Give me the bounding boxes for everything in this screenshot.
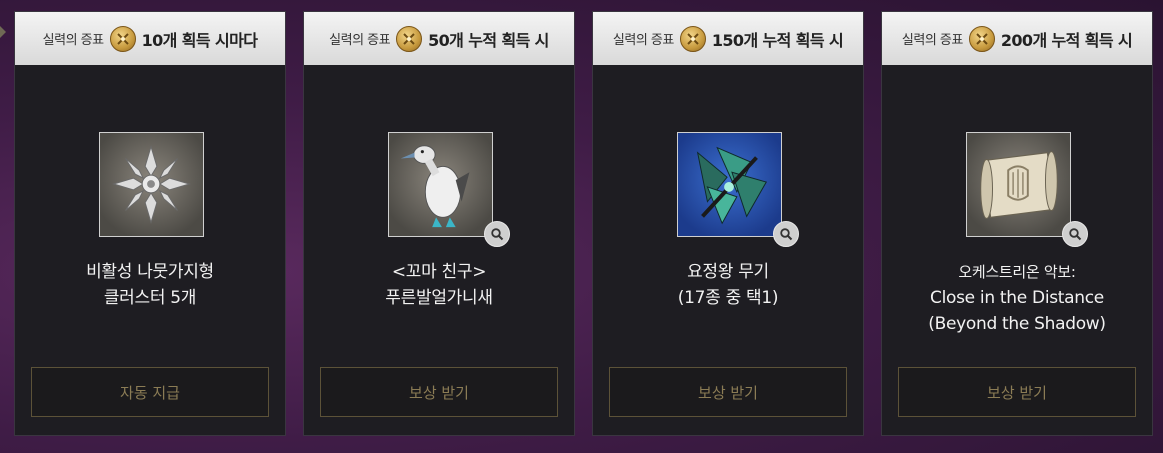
item-name: 요정왕 무기 (17종 중 택1) xyxy=(593,259,863,311)
reward-card-50: 실력의 증표 50개 누적 획득 시 <꼬마 친구> 푸른발얼가니새 보상 받기 xyxy=(303,11,575,436)
reward-card-150: 실력의 증표 150개 누적 획득 시 요정왕 무기 (17종 중 택1) 보상… xyxy=(592,11,864,436)
item-name-line: 클러스터 5개 xyxy=(103,288,197,308)
crossed-swords-medal-icon xyxy=(109,25,136,52)
blue-footed-booby-icon[interactable] xyxy=(388,132,493,237)
item-name-line: (17종 중 택1) xyxy=(677,288,779,308)
fairy-king-weapon-icon[interactable] xyxy=(677,132,782,237)
magnifier-icon xyxy=(491,228,504,241)
header-prefix: 실력의 증표 xyxy=(612,33,674,48)
header-condition: 10개 획득 시마다 xyxy=(141,30,258,50)
magnifier-icon xyxy=(1069,228,1082,241)
item-name-line: 비활성 나뭇가지형 xyxy=(86,262,214,282)
card-header: 실력의 증표 150개 누적 획득 시 xyxy=(593,12,863,65)
claim-reward-button[interactable]: 보상 받기 xyxy=(609,367,847,417)
claim-reward-button[interactable]: 보상 받기 xyxy=(320,367,558,417)
item-name-line: Close in the Distance xyxy=(930,288,1104,308)
item-name-line: 푸른발얼가니새 xyxy=(385,288,493,308)
reward-card-200: 실력의 증표 200개 누적 획득 시 오케스트리온 악보: Close in … xyxy=(881,11,1153,436)
card-header: 실력의 증표 10개 획득 시마다 xyxy=(15,12,285,65)
header-condition: 50개 누적 획득 시 xyxy=(428,30,549,50)
header-prefix: 실력의 증표 xyxy=(329,33,391,48)
zoom-preview-button[interactable] xyxy=(1062,221,1088,247)
card-header: 실력의 증표 200개 누적 획득 시 xyxy=(882,12,1152,65)
auto-grant-button[interactable]: 자동 지급 xyxy=(31,367,269,417)
silver-branch-cluster-icon[interactable] xyxy=(99,132,204,237)
item-name: 비활성 나뭇가지형 클러스터 5개 xyxy=(15,259,285,311)
claim-reward-button[interactable]: 보상 받기 xyxy=(898,367,1136,417)
crossed-swords-medal-icon xyxy=(396,25,423,52)
zoom-preview-button[interactable] xyxy=(484,221,510,247)
card-header: 실력의 증표 50개 누적 획득 시 xyxy=(304,12,574,65)
item-name: <꼬마 친구> 푸른발얼가니새 xyxy=(304,259,574,311)
crossed-swords-medal-icon xyxy=(968,25,995,52)
header-prefix: 실력의 증표 xyxy=(901,33,963,48)
item-name-line: (Beyond the Shadow) xyxy=(928,314,1106,334)
reward-card-10: 실력의 증표 10개 획득 시마다 비활성 나뭇가지형 클러스터 5개 자동 지… xyxy=(14,11,286,436)
header-condition: 200개 누적 획득 시 xyxy=(1000,30,1133,50)
item-name: 오케스트리온 악보: Close in the Distance (Beyond… xyxy=(882,259,1152,337)
magnifier-icon xyxy=(780,228,793,241)
zoom-preview-button[interactable] xyxy=(773,221,799,247)
header-prefix: 실력의 증표 xyxy=(42,33,104,48)
music-scroll-icon[interactable] xyxy=(966,132,1071,237)
header-condition: 150개 누적 획득 시 xyxy=(711,30,844,50)
item-name-line: <꼬마 친구> xyxy=(391,262,487,282)
crossed-swords-medal-icon xyxy=(679,25,706,52)
item-name-line: 요정왕 무기 xyxy=(687,262,769,282)
item-name-line: 오케스트리온 악보: xyxy=(958,263,1076,281)
decorative-corner-arrow xyxy=(0,26,6,38)
